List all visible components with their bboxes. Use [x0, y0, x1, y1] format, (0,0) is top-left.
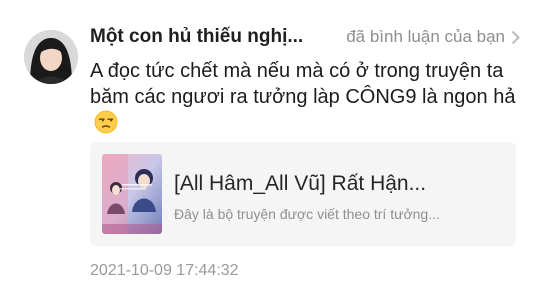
story-title: [All Hâm_All Vũ] Rất Hận...: [174, 172, 427, 195]
comment-action-link[interactable]: đã bình luận của bạn: [346, 27, 520, 47]
comment-body: A đọc tức chết mà nếu mà có ở trong truy…: [90, 58, 522, 141]
username[interactable]: Một con hủ thiếu nghị...: [90, 26, 303, 48]
story-card[interactable]: [All Hâm_All Vũ] Rất Hận... Đây là bộ tr…: [90, 142, 516, 246]
chevron-right-icon: [511, 30, 520, 45]
unamused-face-icon: [94, 110, 118, 141]
user-avatar[interactable]: [24, 30, 78, 84]
comment-header: Một con hủ thiếu nghị... đã bình luận củ…: [90, 22, 520, 52]
story-description: Đây là bộ truyện được viết theo trí tưởn…: [174, 206, 440, 222]
comment-timestamp: 2021-10-09 17:44:32: [90, 262, 239, 279]
comment-text: A đọc tức chết mà nếu mà có ở trong truy…: [90, 60, 516, 108]
action-label: đã bình luận của bạn: [346, 27, 505, 46]
story-cover-image: [102, 154, 162, 234]
